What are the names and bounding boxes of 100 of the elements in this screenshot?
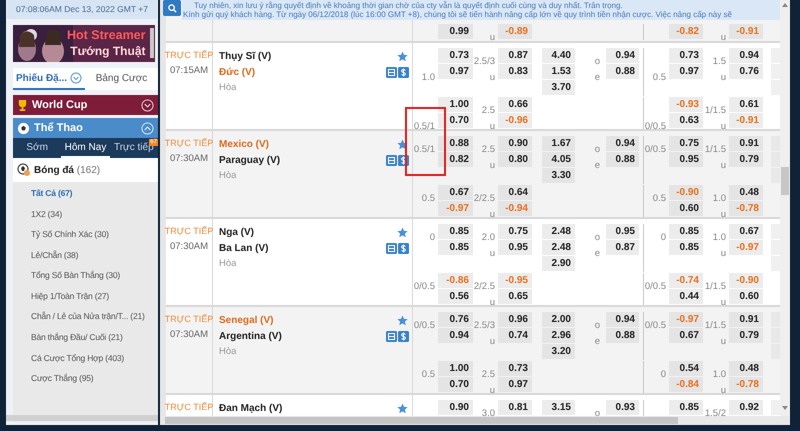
scroll-up-icon[interactable]: [782, 3, 788, 7]
odds-cell[interactable]: 2.96: [542, 328, 575, 343]
odds-cell[interactable]: 2.90: [542, 256, 575, 271]
odds-cell[interactable]: 0.76: [438, 312, 473, 327]
dollar-icon[interactable]: [398, 66, 409, 78]
odds-cell[interactable]: 0.60: [729, 289, 763, 304]
odds-cell[interactable]: 3.20: [542, 344, 575, 359]
odds-cell[interactable]: 0.65: [498, 289, 532, 304]
odds-cell[interactable]: 0.75: [669, 136, 703, 151]
odds-cell[interactable]: 0.87: [606, 240, 639, 255]
odds-cell[interactable]: 0.70: [438, 377, 473, 392]
odds-cell[interactable]: 3.30: [542, 168, 575, 183]
odds-cell[interactable]: 0.99: [438, 24, 473, 39]
odds-cell[interactable]: 0.97: [498, 377, 532, 392]
odds-cell[interactable]: [771, 168, 781, 183]
market-item[interactable]: Tổng Số Bàn Thắng (30): [31, 269, 120, 282]
search-button[interactable]: [163, 0, 181, 16]
world-cup-bar[interactable]: World Cup: [13, 95, 158, 115]
market-item[interactable]: Bàn thắng Đầu/ Cuối (21): [31, 331, 123, 344]
scroll-thumb[interactable]: [781, 167, 789, 195]
odds-cell[interactable]: 1.67: [542, 136, 575, 151]
star-icon[interactable]: [397, 402, 408, 414]
odds-cell[interactable]: 0.80: [498, 152, 532, 167]
stats-icon[interactable]: [386, 66, 397, 78]
odds-cell[interactable]: 0.95: [498, 240, 532, 255]
odds-cell[interactable]: 0.88: [606, 64, 639, 79]
odds-cell[interactable]: 0.79: [729, 152, 763, 167]
dollar-icon[interactable]: [398, 330, 409, 342]
star-icon[interactable]: [397, 314, 408, 326]
star-icon[interactable]: [397, 226, 408, 238]
odds-cell[interactable]: 1.00: [438, 361, 473, 376]
odds-cell[interactable]: 2.48: [542, 240, 575, 255]
odds-cell[interactable]: 0.93: [606, 400, 639, 415]
tab[interactable]: Phiếu Đặ...: [13, 68, 85, 90]
odds-cell[interactable]: 0.67: [729, 224, 763, 239]
odds-cell[interactable]: 0.85: [438, 224, 473, 239]
odds-cell[interactable]: 3.15: [542, 400, 575, 415]
odds-cell[interactable]: 0.85: [438, 240, 473, 255]
odds-cell[interactable]: 2.00: [542, 312, 575, 327]
odds-cell[interactable]: 0.79: [729, 328, 763, 343]
market-item[interactable]: Chẵn / Lẻ của Nửa trận/T... (21): [31, 310, 145, 324]
odds-cell[interactable]: 0.63: [669, 113, 703, 128]
odds-cell[interactable]: 0.94: [606, 48, 639, 63]
odds-cell[interactable]: 0.90: [498, 136, 532, 151]
odds-cell[interactable]: 4.05: [542, 152, 575, 167]
odds-cell[interactable]: 0.88: [606, 152, 639, 167]
sports-bar[interactable]: Thể Thao: [13, 118, 158, 138]
vertical-scrollbar[interactable]: [780, 0, 790, 416]
market-item[interactable]: Lẻ/Chẵn (38): [31, 248, 78, 262]
odds-cell[interactable]: 0.48: [729, 361, 763, 376]
odds-cell[interactable]: 3.70: [542, 80, 575, 95]
odds-cell[interactable]: 0.75: [498, 224, 532, 239]
odds-cell[interactable]: 0.67: [669, 328, 703, 343]
odds-cell[interactable]: 0.48: [729, 185, 763, 200]
odds-cell[interactable]: 0.90: [438, 400, 473, 415]
odds-cell[interactable]: 0.54: [669, 361, 703, 376]
market-item[interactable]: Cược Thắng (95): [31, 372, 94, 386]
odds-cell[interactable]: [771, 400, 781, 415]
scroll-thumb[interactable]: [165, 417, 678, 424]
odds-cell[interactable]: 2.48: [542, 224, 575, 239]
odds-cell[interactable]: 0.81: [498, 400, 532, 415]
odds-cell[interactable]: [771, 152, 781, 167]
market-item[interactable]: Hiệp 1/Toàn Trận (27): [31, 290, 110, 303]
odds-cell[interactable]: 0.97: [438, 64, 473, 79]
odds-cell[interactable]: 0.96: [498, 312, 532, 327]
star-icon[interactable]: [397, 50, 408, 62]
odds-cell[interactable]: 0.94: [606, 136, 639, 151]
odds-cell[interactable]: 0.97: [669, 64, 703, 79]
odds-cell[interactable]: 0.95: [606, 224, 639, 239]
search-icon[interactable]: [168, 4, 176, 12]
chevron-circle-icon[interactable]: [70, 72, 82, 84]
odds-cell[interactable]: 1.00: [438, 97, 473, 112]
dollar-icon[interactable]: [398, 242, 409, 254]
odds-cell[interactable]: 0.70: [438, 113, 473, 128]
market-item[interactable]: Cá Cược Tổng Hợp (403): [31, 352, 124, 364]
odds-cell[interactable]: 0.74: [498, 328, 532, 343]
chevron-up-icon[interactable]: [141, 122, 154, 134]
odds-cell[interactable]: 0.66: [498, 97, 532, 112]
odds-cell[interactable]: 0.64: [498, 185, 532, 200]
odds-cell[interactable]: 0.94: [438, 328, 473, 343]
odds-cell[interactable]: 0.87: [498, 48, 532, 63]
stats-icon[interactable]: [386, 154, 397, 166]
odds-cell[interactable]: 0.76: [729, 64, 763, 79]
odds-cell[interactable]: 0.56: [438, 289, 473, 304]
odds-cell[interactable]: 0.85: [669, 400, 703, 415]
odds-cell[interactable]: 0.82: [438, 152, 473, 167]
odds-cell[interactable]: 0.95: [669, 152, 703, 167]
odds-cell[interactable]: 0.85: [669, 240, 703, 255]
market-item[interactable]: 1X2 (34): [31, 208, 62, 220]
odds-cell[interactable]: 0.94: [729, 48, 763, 63]
odds-cell[interactable]: 0.91: [729, 136, 763, 151]
stats-icon[interactable]: [386, 242, 397, 254]
odds-cell[interactable]: 0.83: [498, 64, 532, 79]
tab[interactable]: Bảng Cược: [85, 68, 158, 90]
market-item[interactable]: Tất Cả (67): [31, 186, 72, 200]
odds-cell[interactable]: 0.73: [438, 48, 473, 63]
odds-cell[interactable]: 0.88: [606, 328, 639, 343]
odds-cell[interactable]: 0.73: [669, 48, 703, 63]
stats-icon[interactable]: [386, 330, 397, 342]
odds-cell[interactable]: 0.85: [669, 224, 703, 239]
